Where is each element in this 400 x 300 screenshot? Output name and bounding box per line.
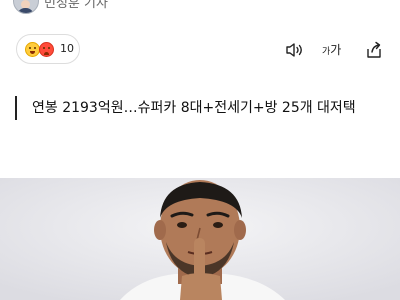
font-size-large-icon: 가 [330,43,342,57]
reaction-count: 10 [60,42,74,55]
article-photo [0,178,400,300]
headline: 연봉 2193억원…슈퍼카 8대+전세기+방 25개 대저택 [32,100,356,116]
font-size-button[interactable]: 가가 [322,41,341,58]
photo-illustration [0,178,400,300]
speaker-icon[interactable] [284,40,304,60]
author-name[interactable]: 민정훈 기자 [44,0,108,11]
share-icon[interactable] [364,40,384,60]
headline-block: 연봉 2193억원…슈퍼카 8대+전세기+방 25개 대저택 [15,96,387,120]
reaction-button[interactable]: 10 [16,34,80,64]
author-bar: 민정훈 기자 [0,0,400,16]
laugh-emoji-icon [25,42,40,57]
article-toolbar: 10 가가 [0,32,400,68]
author-avatar[interactable] [13,0,39,14]
angry-emoji-icon [39,42,54,57]
